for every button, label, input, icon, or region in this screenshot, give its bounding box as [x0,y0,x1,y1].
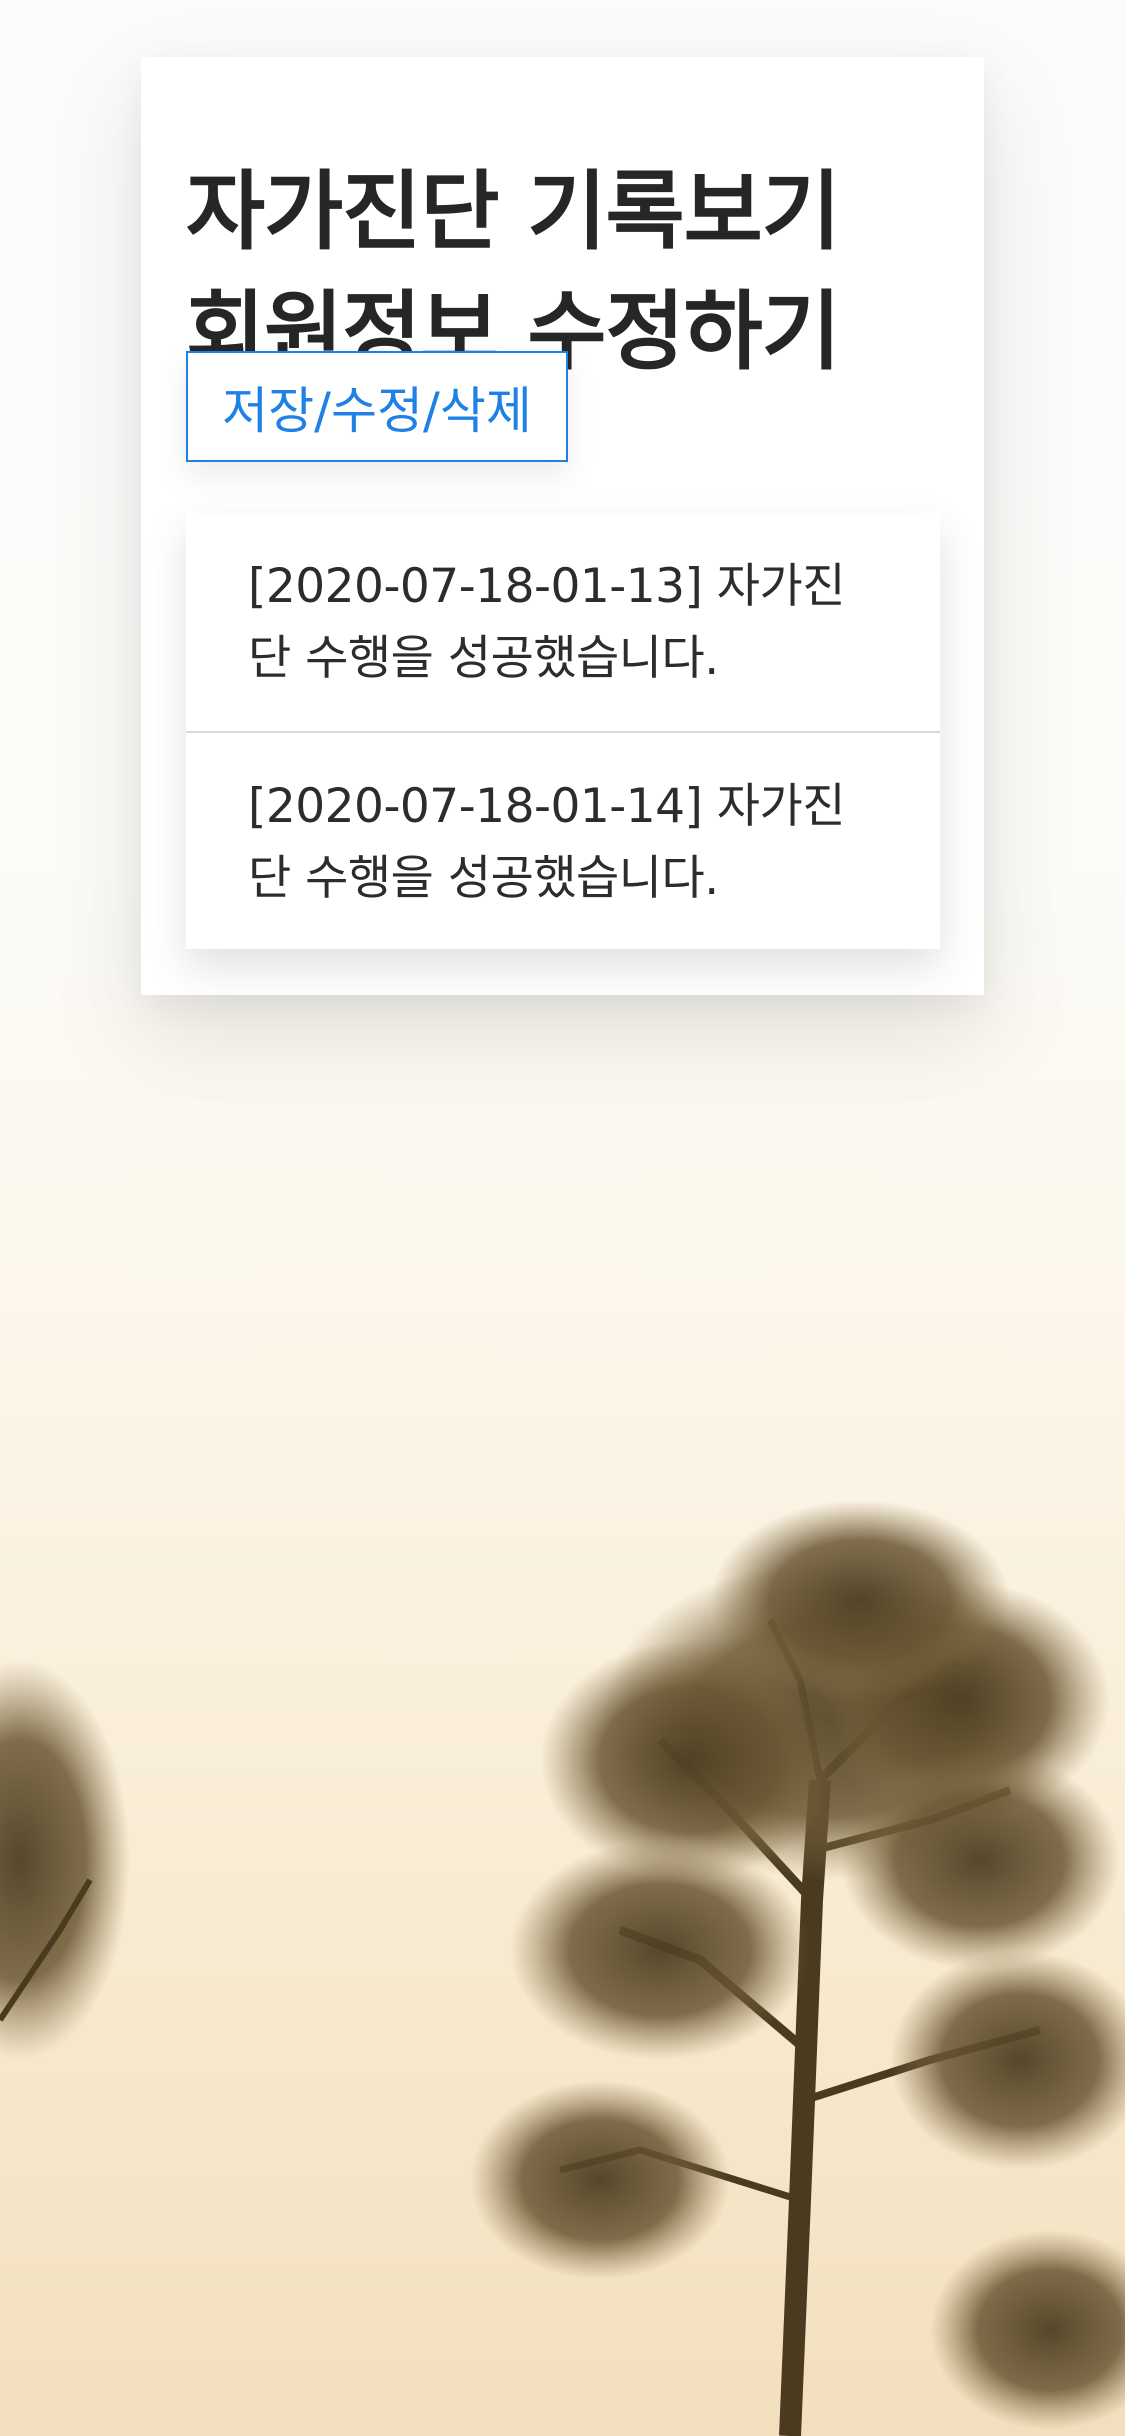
list-item[interactable]: [2020-07-18-01-14] 자가진 단 수행을 성공했습니다. [186,731,940,949]
log-text-line: [2020-07-18-01-13] 자가진 [248,559,846,614]
tree-icon [0,1500,1125,2436]
log-text-line: 단 수행을 성공했습니다. [248,851,719,906]
main-card: 자가진단 기록보기 회원정보 수정하기 저장/수정/삭제 [2020-07-18… [141,57,984,995]
log-text-line: 단 수행을 성공했습니다. [248,631,719,686]
list-item[interactable]: [2020-07-18-01-13] 자가진 단 수행을 성공했습니다. [186,513,940,731]
save-edit-delete-button[interactable]: 저장/수정/삭제 [186,351,568,462]
page-title-self-check-history[interactable]: 자가진단 기록보기 [186,169,841,255]
self-check-log-list: [2020-07-18-01-13] 자가진 단 수행을 성공했습니다. [20… [186,513,940,949]
log-text-line: [2020-07-18-01-14] 자가진 [248,779,846,834]
